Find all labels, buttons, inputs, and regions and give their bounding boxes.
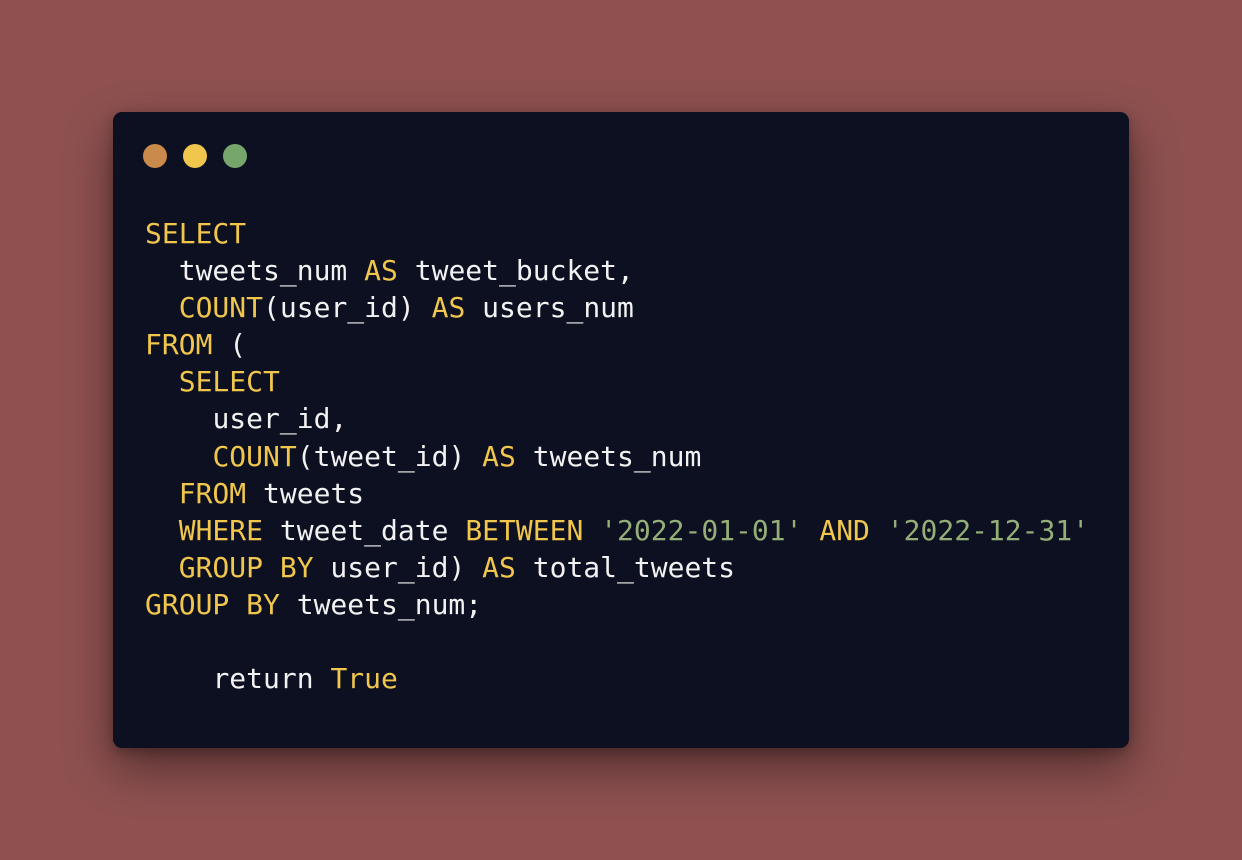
identifier-token: tweets_num; [279,587,483,621]
code-line: tweets_num AS tweet_bucket, [145,252,1089,289]
keyword-token: True [330,662,398,696]
keyword-token: AS [431,291,466,325]
code-line: SELECT [145,363,1089,400]
keyword-token: SELECT [178,365,280,399]
maximize-dot-icon[interactable] [223,144,247,168]
code-line: SELECT [145,215,1089,252]
code-line: ​ [145,623,1089,660]
identifier-token: return [212,662,331,696]
keyword-token: BETWEEN [465,513,584,547]
code-line: user_id, [145,400,1089,437]
keyword-token: FROM [178,476,247,510]
identifier-token: user_id, [212,402,348,436]
identifier-token: tweet_date [263,513,466,547]
keyword-token: SELECT [145,217,247,250]
close-dot-icon[interactable] [143,144,167,168]
minimize-dot-icon[interactable] [183,144,207,168]
code-line: GROUP BY user_id) AS total_tweets [145,549,1089,586]
code-line: COUNT(user_id) AS users_num [145,289,1089,326]
keyword-token: AND [819,513,870,547]
code-line: COUNT(tweet_id) AS tweets_num [145,438,1089,475]
code-line: FROM ( [145,326,1089,363]
identifier-token: (tweet_id) [296,439,483,473]
identifier-token: (user_id) [263,291,432,325]
identifier-token: tweet_bucket, [397,254,634,288]
identifier-token: tweets_num [515,439,702,473]
code-line: WHERE tweet_date BETWEEN '2022-01-01' AN… [145,512,1089,549]
keyword-token: GROUP BY [178,550,314,584]
keyword-token: AS [482,550,516,584]
identifier-token: users_num [465,291,634,325]
keyword-token: WHERE [178,513,264,547]
identifier-token: tweets_num [178,254,365,288]
keyword-token: FROM [145,328,213,362]
code-block: SELECT tweets_num AS tweet_bucket, COUNT… [145,215,1089,697]
keyword-token: COUNT [212,439,297,473]
keyword-token: GROUP BY [145,587,280,621]
identifier-token: tweets [246,476,365,510]
keyword-token: COUNT [178,291,264,325]
keyword-token: AS [482,439,516,473]
identifier-token: total_tweets [515,550,736,584]
identifier-token: user_id) [313,550,483,584]
identifier-token: ( [212,328,247,362]
code-window: SELECT tweets_num AS tweet_bucket, COUNT… [113,112,1129,748]
string-token: '2022-01-01' [600,513,803,547]
keyword-token: AS [364,254,398,288]
code-line: return True [145,660,1089,697]
code-line: GROUP BY tweets_num; [145,586,1089,623]
string-token: '2022-12-31' [886,513,1090,547]
code-line: FROM tweets [145,475,1089,512]
